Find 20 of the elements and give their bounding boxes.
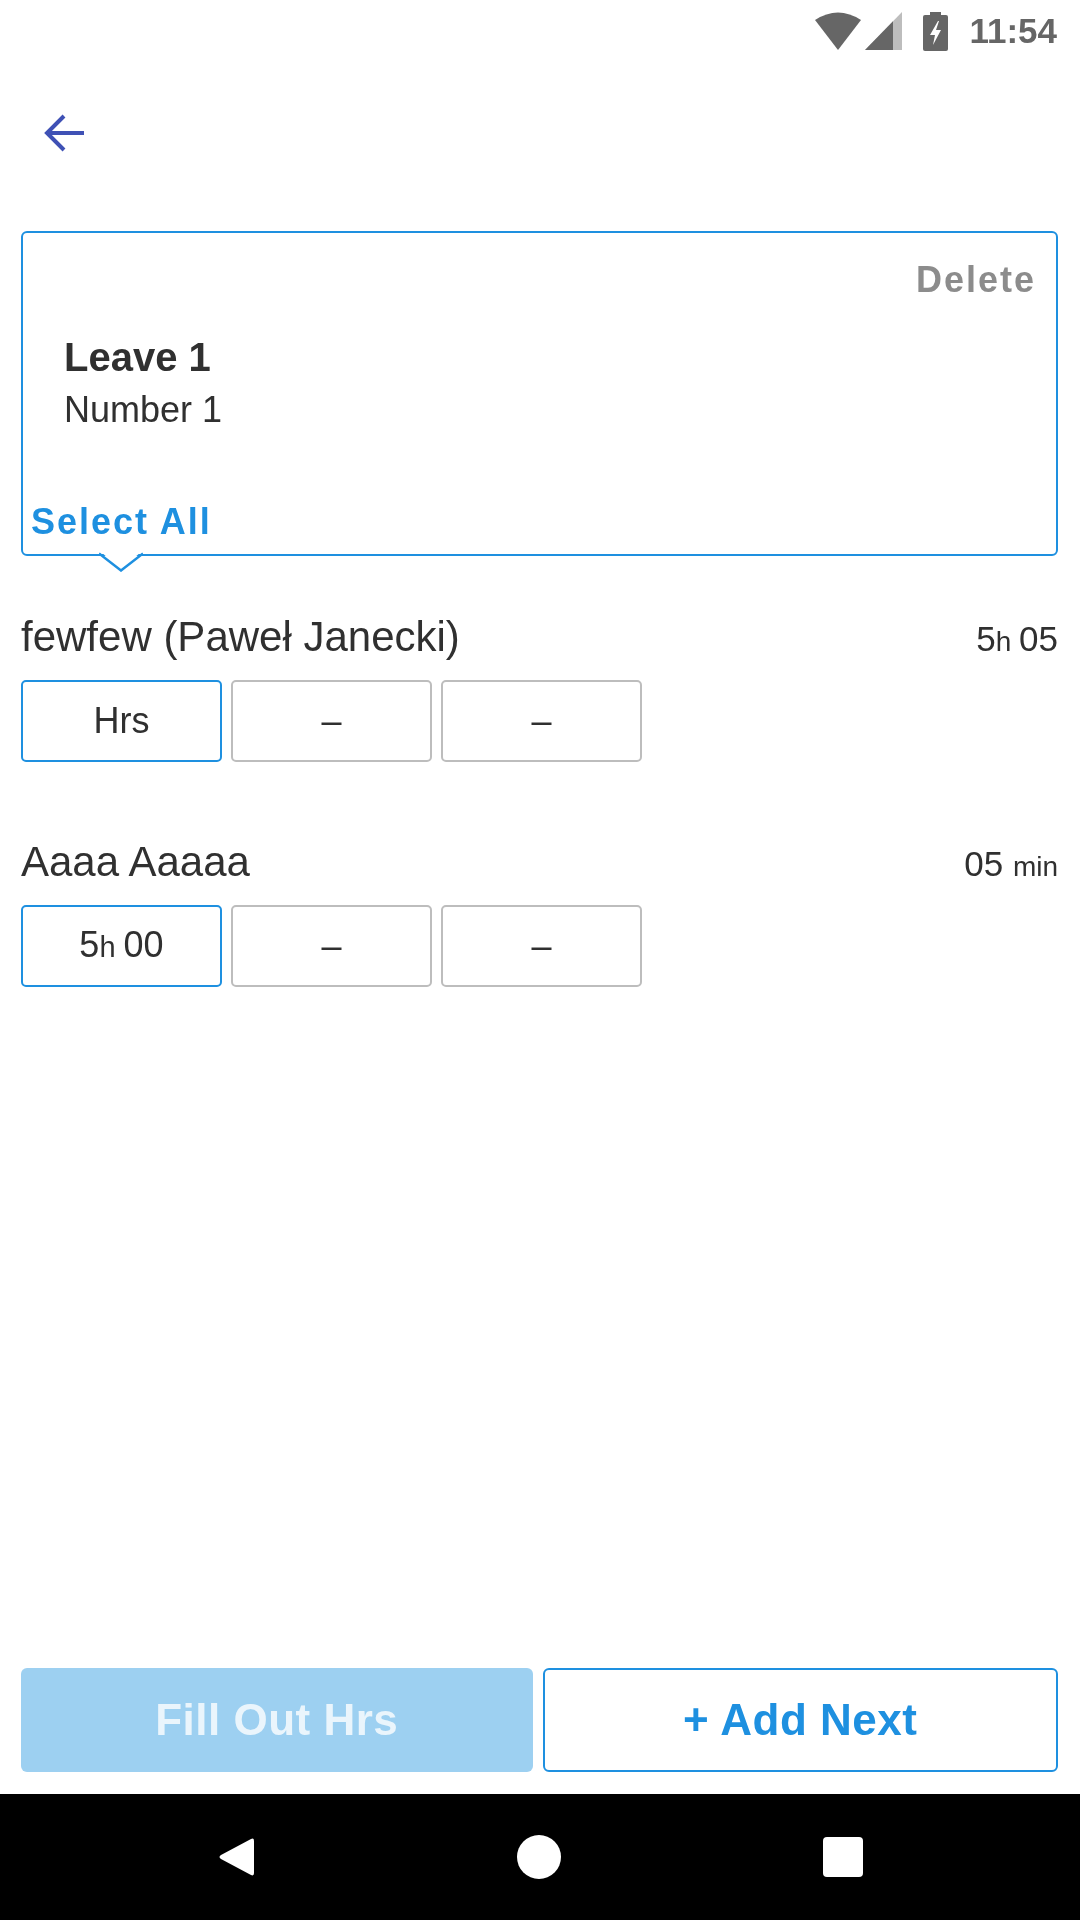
- time-entry-field[interactable]: –: [231, 680, 432, 762]
- back-arrow-icon[interactable]: [43, 112, 85, 154]
- status-time: 11:54: [969, 11, 1057, 51]
- back-triangle-icon[interactable]: [217, 1837, 255, 1877]
- battery-charging-icon: [923, 11, 949, 51]
- home-circle-icon[interactable]: [516, 1835, 561, 1879]
- time-entry-field[interactable]: –: [441, 680, 642, 762]
- person-name: fewfew (Paweł Janecki): [21, 612, 460, 662]
- leave-title: Leave 1: [64, 334, 211, 381]
- leave-subtitle: Number 1: [64, 388, 223, 432]
- time-entry-field[interactable]: –: [441, 905, 642, 987]
- duration-total: 5h 05: [976, 618, 1058, 660]
- duration-total: 05 min: [964, 843, 1058, 885]
- time-entry-field[interactable]: –: [231, 905, 432, 987]
- recents-square-icon[interactable]: [822, 1837, 863, 1877]
- time-entry-field[interactable]: 5h 00: [21, 905, 222, 987]
- person-name: Aaaa Aaaaa: [21, 837, 250, 887]
- signal-icon: [865, 12, 903, 50]
- time-entry-field[interactable]: Hrs: [21, 680, 222, 762]
- wifi-icon: [815, 12, 862, 50]
